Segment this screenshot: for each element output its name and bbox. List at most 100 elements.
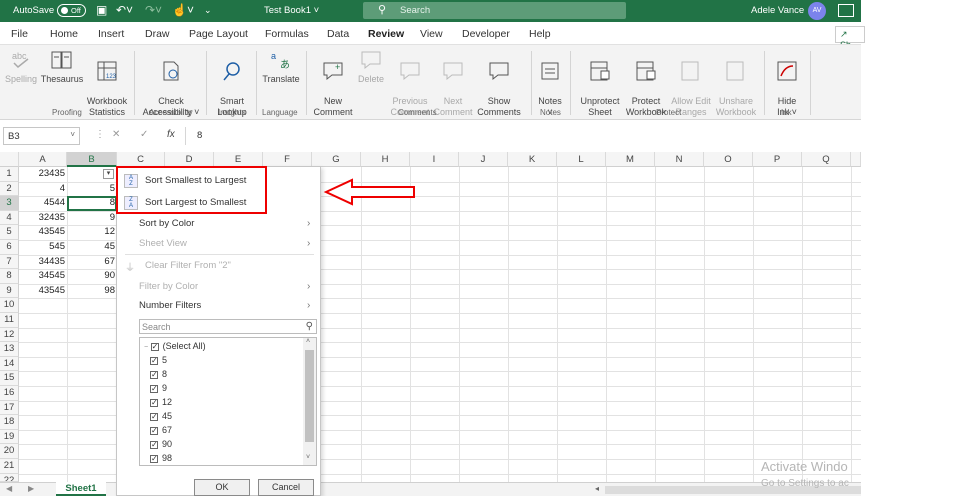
column-header-l[interactable]: L	[557, 152, 606, 167]
list-item[interactable]: ✓ 45	[150, 409, 172, 423]
row-header-6[interactable]: 6	[0, 240, 19, 255]
scroll-left-icon[interactable]: ◀	[6, 484, 12, 493]
row-header-17[interactable]: 17	[0, 400, 19, 416]
clear-filter-item[interactable]: Clear Filter From "2"	[145, 260, 231, 271]
row-header-1[interactable]: 1	[0, 167, 19, 182]
name-box[interactable]: B3 ˅	[3, 127, 80, 145]
workbook-statistics-button[interactable]: 123 Workbook Statistics	[84, 49, 130, 118]
row-header-9[interactable]: 9	[0, 283, 19, 299]
cancel-icon[interactable]: ✕	[112, 129, 120, 140]
unshare-workbook-button[interactable]: Unshare Workbook	[713, 49, 759, 118]
filter-by-color-item[interactable]: Filter by Color ›	[139, 281, 319, 292]
cell-b4[interactable]: 9	[67, 211, 115, 225]
row-header-8[interactable]: 8	[0, 269, 19, 284]
row-header-20[interactable]: 20	[0, 444, 19, 459]
checkbox[interactable]: ✓	[150, 342, 159, 351]
row-header-15[interactable]: 15	[0, 371, 19, 386]
checkbox[interactable]: ✓	[150, 454, 158, 463]
scroll-right-icon[interactable]: ▶	[28, 484, 34, 493]
row-header-13[interactable]: 13	[0, 342, 19, 357]
cell-a7[interactable]: 34435	[19, 255, 65, 269]
thesaurus-button[interactable]: Thesaurus	[40, 49, 84, 85]
column-header-c[interactable]: C	[117, 152, 165, 167]
spelling-button[interactable]: abc Spelling	[4, 49, 38, 85]
translate-button[interactable]: aあ Translate	[261, 49, 301, 85]
list-item[interactable]: ✓ 5	[150, 353, 167, 367]
row-header-12[interactable]: 12	[0, 327, 19, 343]
row-header-2[interactable]: 2	[0, 181, 19, 197]
tab-page-layout[interactable]: Page Layout	[189, 28, 248, 40]
column-header-q[interactable]: Q	[802, 152, 851, 167]
column-header-i[interactable]: I	[410, 152, 459, 167]
cell-a6[interactable]: 545	[19, 240, 65, 254]
tab-review[interactable]: Review	[368, 28, 405, 46]
cell-a2[interactable]: 4	[19, 182, 65, 196]
checkbox[interactable]: ✓	[150, 426, 158, 435]
tab-help[interactable]: Help	[529, 28, 551, 40]
list-item[interactable]: ✓ 8	[150, 367, 167, 381]
checkbox[interactable]: ✓	[150, 398, 158, 407]
cell-a1[interactable]: 23435	[19, 167, 65, 181]
list-item[interactable]: ✓ 9	[150, 381, 167, 395]
list-scrollbar[interactable]: ˄ ˅	[303, 338, 316, 465]
checkbox[interactable]: ✓	[150, 384, 158, 393]
chevron-down-icon[interactable]: ˅	[306, 454, 310, 461]
undo-icon[interactable]: ↶˅	[116, 3, 133, 17]
redo-icon[interactable]: ↷˅	[145, 3, 162, 17]
column-header-r[interactable]	[851, 152, 861, 167]
cell-a8[interactable]: 34545	[19, 269, 65, 283]
row-header-14[interactable]: 14	[0, 356, 19, 372]
list-item[interactable]: ✓ 98	[150, 451, 172, 465]
cell-b6[interactable]: 45	[67, 240, 115, 254]
column-header-e[interactable]: E	[214, 152, 263, 167]
search-box[interactable]: ⚲ Search	[363, 2, 626, 19]
column-header-m[interactable]: M	[606, 152, 655, 167]
tab-draw[interactable]: Draw	[145, 28, 170, 40]
touch-mode-icon[interactable]: ☝˅	[172, 3, 194, 17]
column-header-k[interactable]: K	[508, 152, 557, 167]
select-all-corner[interactable]	[0, 152, 19, 167]
checkbox[interactable]: ✓	[150, 356, 158, 365]
column-header-j[interactable]: J	[459, 152, 508, 167]
cell-b9[interactable]: 98	[67, 284, 115, 298]
tab-file[interactable]: File	[11, 28, 28, 40]
cell-a5[interactable]: 43545	[19, 225, 65, 239]
column-header-f[interactable]: F	[263, 152, 312, 167]
chevron-up-icon[interactable]: ˄	[306, 338, 310, 345]
document-title[interactable]: Test Book1 ˅	[264, 5, 319, 16]
list-item[interactable]: ✓ 90	[150, 437, 172, 451]
filter-dropdown-button[interactable]: ▾	[103, 169, 114, 179]
number-filters-item[interactable]: Number Filters ›	[139, 300, 319, 311]
cell-b8[interactable]: 90	[67, 269, 115, 283]
list-item[interactable]: ✓ 67	[150, 423, 172, 437]
tab-data[interactable]: Data	[327, 28, 349, 40]
tab-view[interactable]: View	[420, 28, 443, 40]
cell-b2[interactable]: 5	[67, 182, 115, 196]
ribbon-display-icon[interactable]	[838, 4, 854, 17]
column-header-p[interactable]: P	[753, 152, 802, 167]
column-header-h[interactable]: H	[361, 152, 410, 167]
checkbox[interactable]: ✓	[150, 440, 158, 449]
chevron-down-icon[interactable]: ˅	[70, 130, 75, 139]
cancel-button[interactable]: Cancel	[258, 479, 314, 496]
column-header-b[interactable]: B	[67, 152, 117, 167]
column-header-g[interactable]: G	[312, 152, 361, 167]
sheet-tab[interactable]: Sheet1	[56, 482, 106, 496]
user-name[interactable]: Adele Vance	[751, 5, 804, 16]
filter-search-input[interactable]: Search ⚲	[139, 319, 317, 334]
new-comment-button[interactable]: + New Comment	[311, 49, 355, 118]
row-header-19[interactable]: 19	[0, 429, 19, 445]
checkbox[interactable]: ✓	[150, 370, 158, 379]
tab-insert[interactable]: Insert	[98, 28, 124, 40]
cell-b7[interactable]: 67	[67, 255, 115, 269]
column-header-a[interactable]: A	[19, 152, 67, 167]
column-header-n[interactable]: N	[655, 152, 704, 167]
cell-b5[interactable]: 12	[67, 225, 115, 239]
row-header-4[interactable]: 4	[0, 210, 19, 226]
show-comments-button[interactable]: Show Comments	[475, 49, 523, 118]
delete-comment-button[interactable]: Delete	[355, 49, 387, 85]
tab-developer[interactable]: Developer	[462, 28, 510, 40]
list-item[interactable]: ✓ 12	[150, 395, 172, 409]
row-header-11[interactable]: 11	[0, 313, 19, 328]
save-icon[interactable]: ▣	[96, 3, 107, 17]
